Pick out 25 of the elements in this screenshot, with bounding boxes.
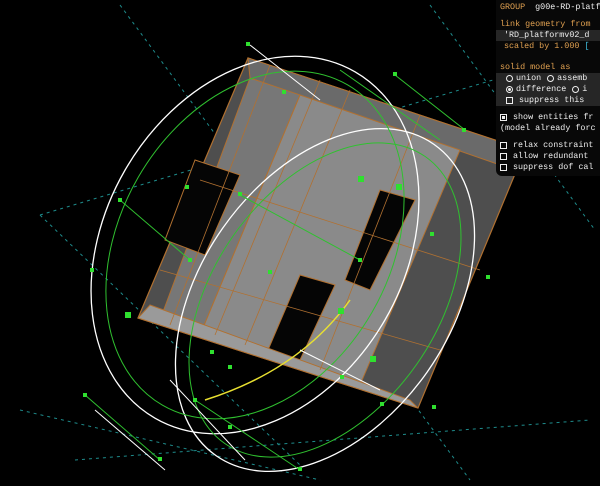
checkbox-icon[interactable] [500,153,507,160]
radio-option[interactable]: i [572,84,588,95]
checkbox-option[interactable]: relax constraint [500,140,594,151]
radio-icon[interactable] [506,75,513,82]
radio-option[interactable]: difference [506,84,566,95]
section-label: solid model as [500,62,570,73]
checkbox-option[interactable]: suppress dof cal [500,162,594,173]
header-label: GROUP [500,2,526,13]
note-text: (model already forc [500,123,596,134]
radio-option[interactable]: assemb [547,73,588,84]
checkbox-icon[interactable] [500,142,507,149]
radio-icon[interactable] [506,86,513,93]
radio-option[interactable]: union [506,73,542,84]
checkbox-option[interactable]: show entities fr [500,112,594,123]
radio-icon[interactable] [547,75,554,82]
checkbox-icon[interactable] [506,97,513,104]
section-label: link geometry from [500,19,590,30]
group-name: g00e-RD-platf [535,2,600,13]
checkbox-option[interactable]: allow redundant [500,151,588,162]
radio-icon[interactable] [572,86,580,93]
checkbox-icon[interactable] [500,164,507,171]
change-link[interactable]: [ [584,41,590,52]
linked-file-name: 'RD_platformv02_d [504,30,590,41]
scale-label: scaled by 1.000 [504,41,580,52]
checkbox-icon[interactable] [500,114,507,121]
